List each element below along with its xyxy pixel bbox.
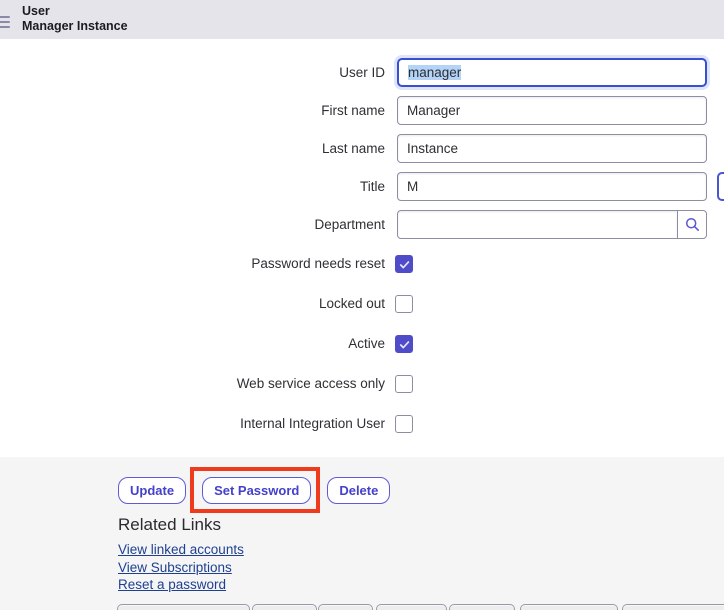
page-title-line2: Manager Instance [22,19,128,34]
related-list-tab-6[interactable] [520,604,618,610]
related-links-list: View linked accountsView SubscriptionsRe… [118,541,244,594]
checkmark-icon [398,258,411,271]
locked-out-checkbox[interactable] [395,295,413,313]
checkbox-row-internal-integration-user: Internal Integration User [0,415,724,433]
first-name-label: First name [0,96,385,125]
department-search-button[interactable] [677,210,707,239]
search-icon [684,216,701,233]
title-label: Title [0,172,385,201]
title-input[interactable] [397,172,707,201]
page-title: User Manager Instance [22,4,128,33]
form-row-last-name: Last name [0,134,724,163]
view-linked-accounts-link[interactable]: View linked accounts [118,541,244,559]
related-list-tab-7[interactable] [622,604,724,610]
checkmark-icon [398,338,411,351]
form-row-title: Title [0,172,724,201]
checkbox-row-web-service-access-only: Web service access only [0,375,724,393]
hamburger-menu-icon[interactable] [0,16,10,29]
web-service-access-only-checkbox[interactable] [395,375,413,393]
delete-button[interactable]: Delete [327,477,390,504]
related-list-tab-5[interactable] [449,604,515,610]
action-buttons: Update Set Password Delete [118,477,390,504]
view-subscriptions-link[interactable]: View Subscriptions [118,559,244,577]
related-list-tab-1[interactable] [117,604,250,610]
department-input[interactable] [397,210,678,239]
last-name-input[interactable] [397,134,707,163]
locked-out-label: Locked out [0,295,385,313]
checkbox-row-locked-out: Locked out [0,295,724,313]
title-reference-button[interactable] [717,172,724,201]
department-label: Department [0,210,385,239]
internal-integration-user-label: Internal Integration User [0,415,385,433]
related-list-tabs [0,604,724,610]
form-footer: Update Set Password Delete Related Links V… [0,457,724,610]
user-form-screen: User Manager Instance User ID manager Firs… [0,0,724,610]
checkbox-row-password-needs-reset: Password needs reset [0,255,724,273]
related-links-heading: Related Links [118,515,221,535]
update-button[interactable]: Update [118,477,186,504]
user-id-label: User ID [0,58,385,87]
set-password-button[interactable]: Set Password [202,477,311,504]
web-service-access-only-label: Web service access only [0,375,385,393]
active-checkbox[interactable] [395,335,413,353]
related-list-tab-4[interactable] [376,604,447,610]
password-needs-reset-label: Password needs reset [0,255,385,273]
related-list-tab-2[interactable] [252,604,317,610]
internal-integration-user-checkbox[interactable] [395,415,413,433]
password-needs-reset-checkbox[interactable] [395,255,413,273]
active-label: Active [0,335,385,353]
first-name-input[interactable] [397,96,707,125]
reset-a-password-link[interactable]: Reset a password [118,576,244,594]
checkbox-row-active: Active [0,335,724,353]
form-row-first-name: First name [0,96,724,125]
form-row-department: Department [0,210,724,239]
form-header: User Manager Instance [0,0,724,39]
related-list-tab-3[interactable] [318,604,373,610]
last-name-label: Last name [0,134,385,163]
form-row-user-id: User ID manager [0,58,724,87]
page-title-line1: User [22,4,128,19]
selected-text: manager [408,65,461,80]
user-id-input[interactable]: manager [397,58,707,87]
